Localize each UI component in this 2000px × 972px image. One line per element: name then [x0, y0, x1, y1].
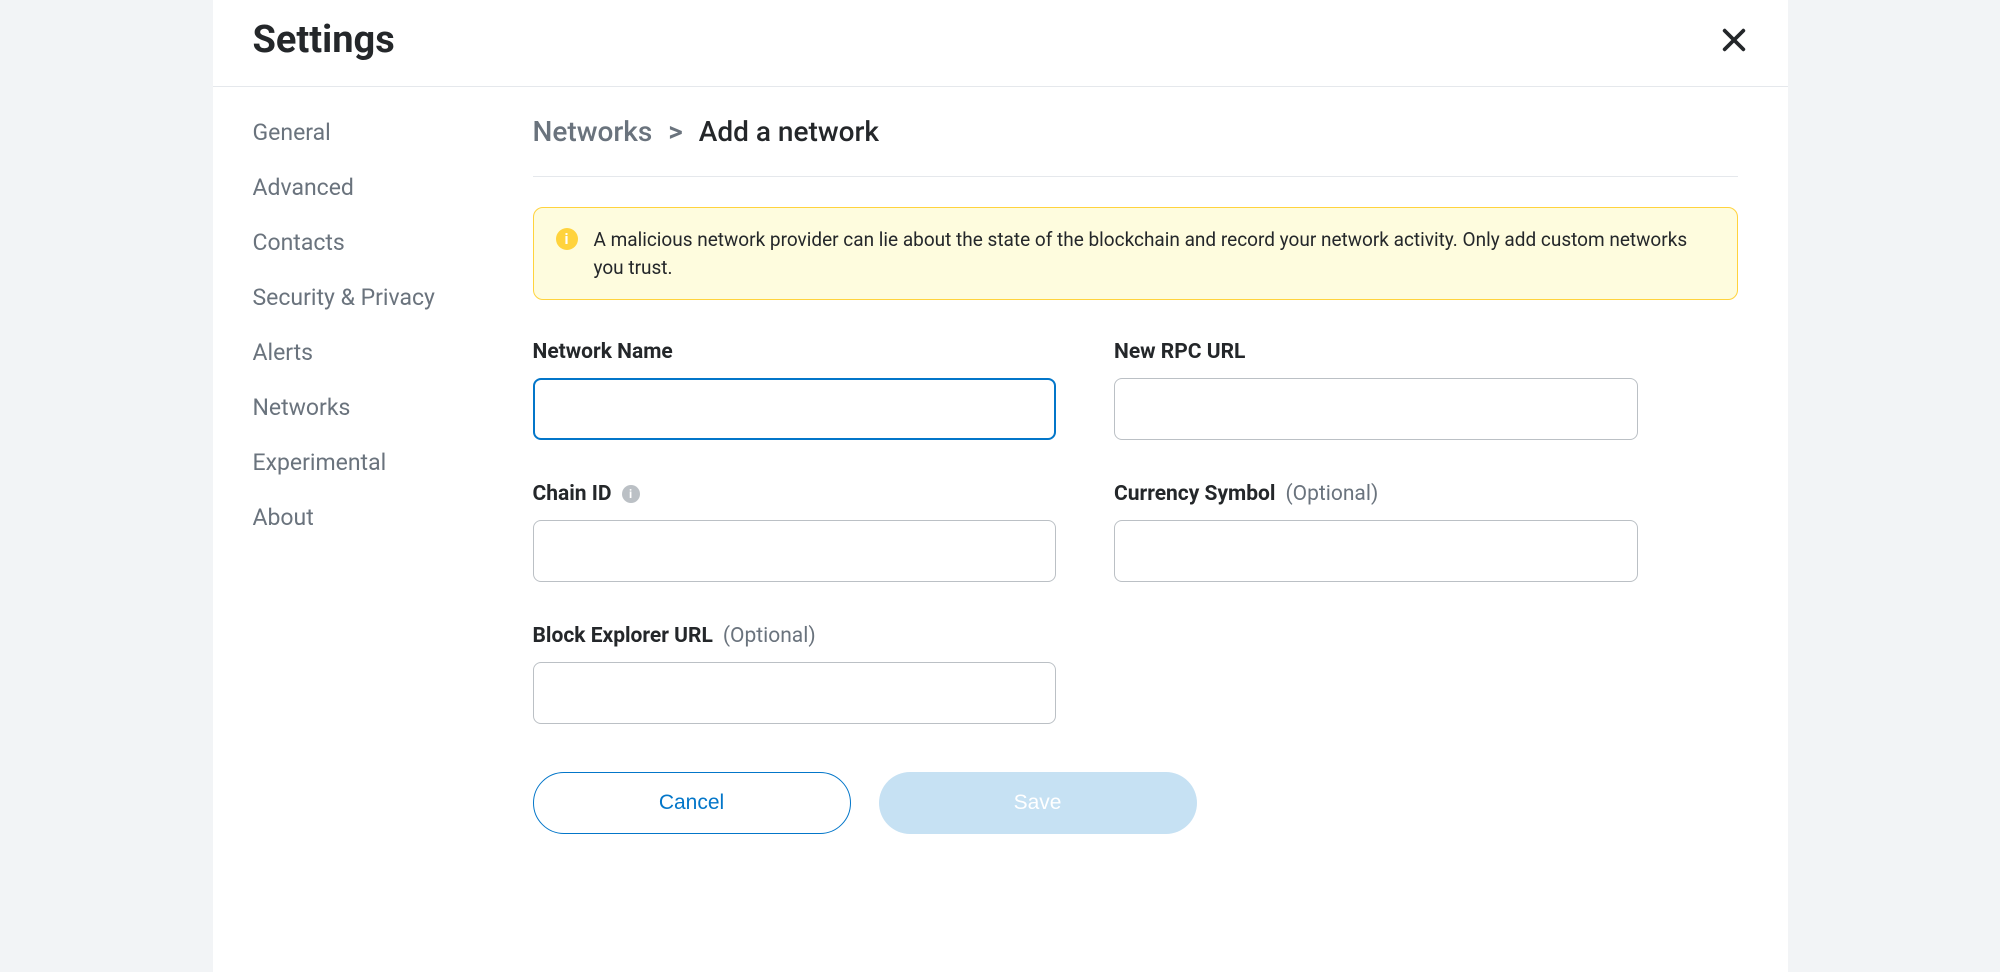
label-network-name: Network Name: [533, 340, 673, 364]
field-block-explorer: Block Explorer URL (Optional): [533, 624, 1057, 724]
input-network-name[interactable]: [533, 378, 1057, 440]
form-buttons: Cancel Save: [533, 772, 1738, 834]
modal-title: Settings: [253, 18, 395, 62]
label-currency-symbol: Currency Symbol: [1114, 482, 1275, 506]
close-icon: [1720, 26, 1748, 54]
warning-text: A malicious network provider can lie abo…: [594, 226, 1715, 281]
breadcrumb-current: Add a network: [699, 115, 879, 148]
field-currency-symbol: Currency Symbol (Optional): [1114, 482, 1638, 582]
network-form: Network Name New RPC URL Chain ID i: [533, 340, 1638, 724]
settings-modal: Settings General Advanced Contacts Secur…: [213, 0, 1788, 972]
sidebar: General Advanced Contacts Security & Pri…: [213, 87, 533, 972]
warning-banner: i A malicious network provider can lie a…: [533, 207, 1738, 300]
sidebar-item-security-privacy[interactable]: Security & Privacy: [253, 284, 493, 311]
modal-header: Settings: [213, 0, 1788, 87]
field-rpc-url: New RPC URL: [1114, 340, 1638, 440]
close-button[interactable]: [1720, 26, 1748, 54]
field-chain-id: Chain ID i: [533, 482, 1057, 582]
label-rpc-url: New RPC URL: [1114, 340, 1245, 364]
warning-info-icon: i: [556, 228, 578, 250]
sidebar-item-experimental[interactable]: Experimental: [253, 449, 493, 476]
chain-id-info-icon[interactable]: i: [622, 485, 640, 503]
input-block-explorer[interactable]: [533, 662, 1057, 724]
breadcrumb-back[interactable]: Networks: [533, 115, 653, 148]
sidebar-item-networks[interactable]: Networks: [253, 394, 493, 421]
modal-content: General Advanced Contacts Security & Pri…: [213, 87, 1788, 972]
input-rpc-url[interactable]: [1114, 378, 1638, 440]
sidebar-item-alerts[interactable]: Alerts: [253, 339, 493, 366]
sidebar-item-general[interactable]: General: [253, 119, 493, 146]
sidebar-item-advanced[interactable]: Advanced: [253, 174, 493, 201]
input-chain-id[interactable]: [533, 520, 1057, 582]
label-block-explorer: Block Explorer URL: [533, 624, 713, 648]
save-button[interactable]: Save: [879, 772, 1197, 834]
label-chain-id: Chain ID: [533, 482, 612, 506]
sidebar-item-about[interactable]: About: [253, 504, 493, 531]
field-network-name: Network Name: [533, 340, 1057, 440]
label-currency-symbol-optional: (Optional): [1285, 482, 1378, 506]
input-currency-symbol[interactable]: [1114, 520, 1638, 582]
main-panel: Networks > Add a network i A malicious n…: [533, 87, 1788, 972]
label-block-explorer-optional: (Optional): [723, 624, 816, 648]
breadcrumb: Networks > Add a network: [533, 115, 1738, 177]
chevron-right-icon: >: [668, 115, 683, 148]
cancel-button[interactable]: Cancel: [533, 772, 851, 834]
sidebar-item-contacts[interactable]: Contacts: [253, 229, 493, 256]
